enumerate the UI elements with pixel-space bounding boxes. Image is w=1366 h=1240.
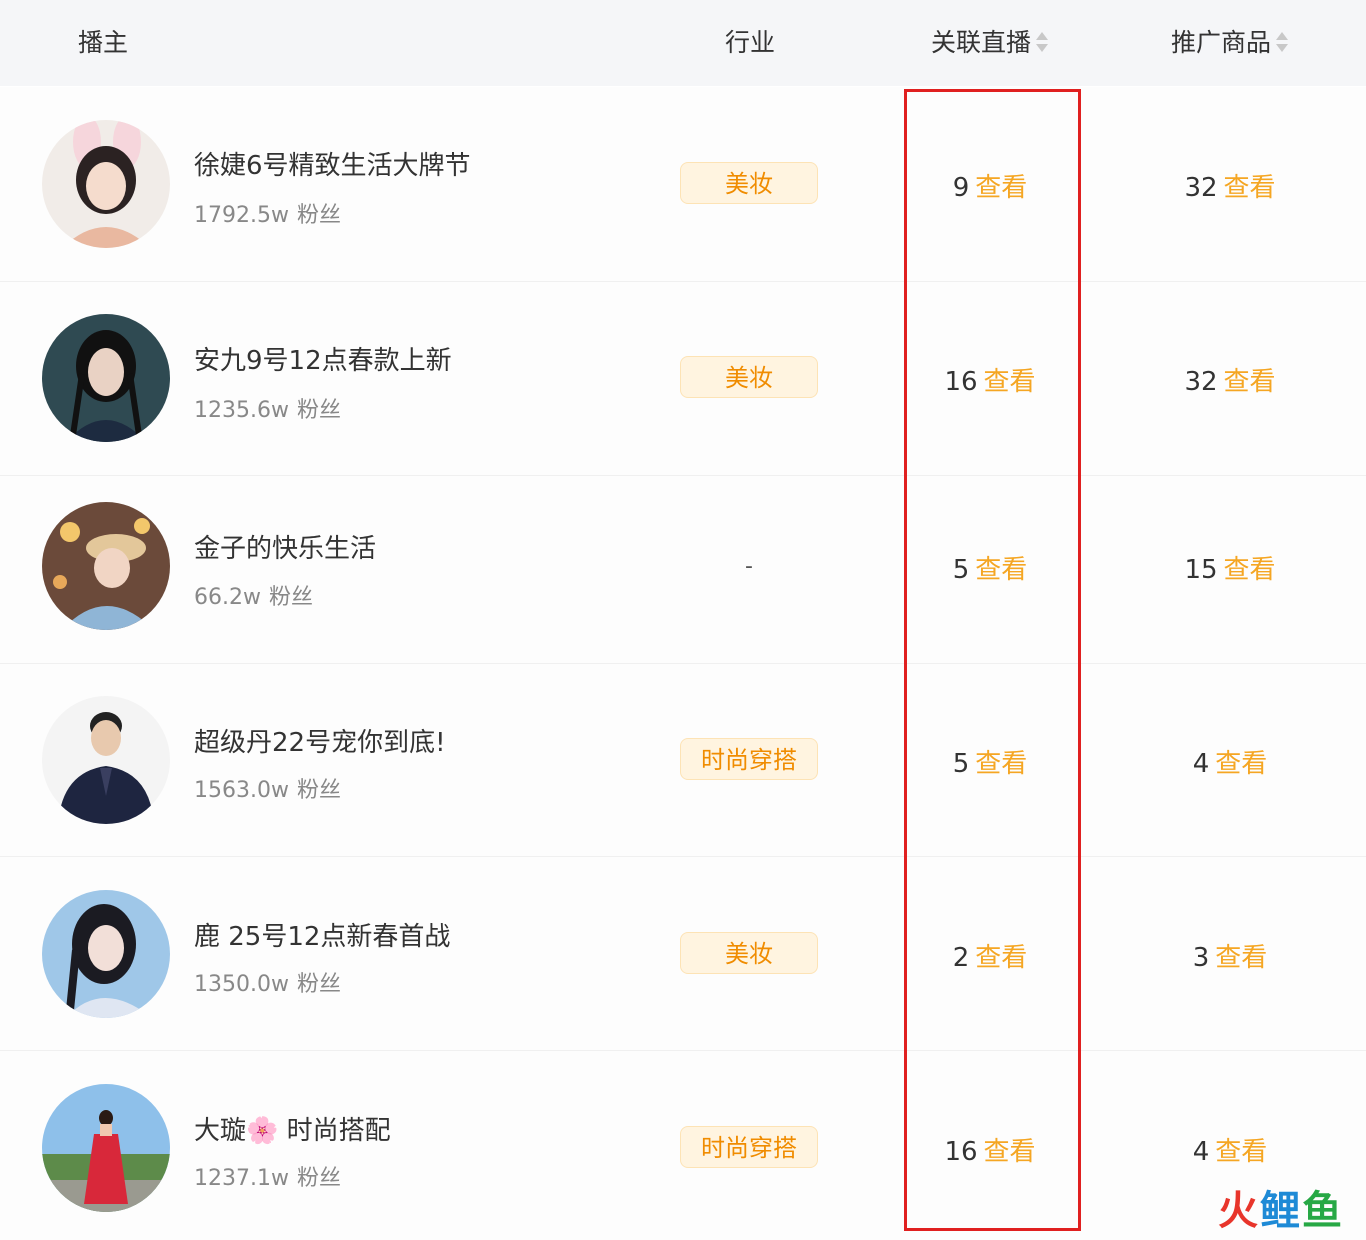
- view-goods-link[interactable]: 查看: [1215, 1137, 1267, 1167]
- related-live-cell: 5 查看: [890, 549, 1090, 586]
- promoted-goods-cell: 4 查看: [1130, 743, 1330, 780]
- table-row: 安九9号12点春款上新 1235.6w 粉丝 美妆 16 查看 32 查看: [0, 282, 1366, 476]
- fans-count: 1563.0w 粉丝: [194, 778, 341, 803]
- table-header: 播主 行业 关联直播 推广商品: [0, 0, 1366, 86]
- related-live-cell: 16 查看: [890, 1131, 1090, 1168]
- view-goods-link[interactable]: 查看: [1224, 367, 1276, 397]
- related-live-cell: 9 查看: [890, 167, 1090, 204]
- view-goods-link[interactable]: 查看: [1224, 173, 1276, 203]
- column-header-promoted-goods-label: 推广商品: [1170, 28, 1271, 57]
- promoted-goods-count: 32: [1184, 173, 1218, 203]
- related-live-cell: 2 查看: [890, 937, 1090, 974]
- related-live-count: 16: [944, 1137, 978, 1167]
- promoted-goods-cell: 3 查看: [1130, 937, 1330, 974]
- related-live-cell: 16 查看: [890, 361, 1090, 398]
- fans-count: 1235.6w 粉丝: [194, 398, 341, 423]
- column-header-anchor: 播主: [78, 28, 129, 57]
- view-live-link[interactable]: 查看: [984, 367, 1036, 397]
- sort-icon[interactable]: [1035, 29, 1049, 55]
- related-live-cell: 5 查看: [890, 743, 1090, 780]
- table-row: 大璇🌸 时尚搭配 1237.1w 粉丝 时尚穿搭 16 查看 4 查看: [0, 1051, 1366, 1240]
- related-live-count: 16: [944, 367, 978, 397]
- industry-tag: 美妆: [680, 356, 818, 398]
- table-row: 鹿 25号12点新春首战 1350.0w 粉丝 美妆 2 查看 3 查看: [0, 857, 1366, 1051]
- watermark-logo: 火鲤鱼: [1218, 1188, 1344, 1234]
- anchor-name[interactable]: 大璇🌸 时尚搭配: [194, 1110, 391, 1147]
- fans-count: 1350.0w 粉丝: [194, 972, 341, 997]
- promoted-goods-count: 32: [1184, 367, 1218, 397]
- fans-count: 1792.5w 粉丝: [194, 203, 341, 228]
- avatar[interactable]: [42, 890, 170, 1018]
- anchor-name[interactable]: 徐婕6号精致生活大牌节: [194, 145, 471, 182]
- promoted-goods-cell: 15 查看: [1130, 549, 1330, 586]
- avatar[interactable]: [42, 696, 170, 824]
- column-header-related-live[interactable]: 关联直播: [890, 0, 1090, 86]
- anchor-name[interactable]: 鹿 25号12点新春首战: [194, 916, 450, 953]
- industry-tag: 美妆: [680, 162, 818, 204]
- view-live-link[interactable]: 查看: [975, 749, 1027, 779]
- column-header-promoted-goods[interactable]: 推广商品: [1130, 0, 1330, 86]
- promoted-goods-count: 3: [1192, 943, 1210, 973]
- related-live-count: 5: [952, 749, 970, 779]
- sort-icon[interactable]: [1275, 29, 1289, 55]
- view-live-link[interactable]: 查看: [975, 943, 1027, 973]
- industry-empty: -: [745, 554, 753, 579]
- avatar[interactable]: [42, 314, 170, 442]
- promoted-goods-count: 4: [1192, 749, 1210, 779]
- table-row: 金子的快乐生活 66.2w 粉丝 - 5 查看 15 查看: [0, 476, 1366, 664]
- related-live-count: 2: [952, 943, 970, 973]
- related-live-count: 5: [952, 555, 970, 585]
- promoted-goods-cell: 4 查看: [1130, 1131, 1330, 1168]
- view-goods-link[interactable]: 查看: [1215, 749, 1267, 779]
- anchor-name[interactable]: 金子的快乐生活: [194, 528, 376, 565]
- column-header-industry: 行业: [724, 28, 775, 57]
- view-live-link[interactable]: 查看: [984, 1137, 1036, 1167]
- fans-count: 1237.1w 粉丝: [194, 1166, 341, 1191]
- avatar[interactable]: [42, 1084, 170, 1212]
- promoted-goods-count: 15: [1184, 555, 1218, 585]
- view-goods-link[interactable]: 查看: [1224, 555, 1276, 585]
- promoted-goods-count: 4: [1192, 1137, 1210, 1167]
- fans-count: 66.2w 粉丝: [194, 585, 313, 610]
- view-live-link[interactable]: 查看: [975, 555, 1027, 585]
- avatar[interactable]: [42, 120, 170, 248]
- anchor-name[interactable]: 超级丹22号宠你到底!: [194, 722, 446, 759]
- industry-tag: 美妆: [680, 932, 818, 974]
- promoted-goods-cell: 32 查看: [1130, 167, 1330, 204]
- industry-tag: 时尚穿搭: [680, 1126, 818, 1168]
- column-header-related-live-label: 关联直播: [930, 28, 1031, 57]
- anchor-name[interactable]: 安九9号12点春款上新: [194, 340, 452, 377]
- industry-tag: 时尚穿搭: [680, 738, 818, 780]
- promoted-goods-cell: 32 查看: [1130, 361, 1330, 398]
- view-live-link[interactable]: 查看: [975, 173, 1027, 203]
- related-live-count: 9: [952, 173, 970, 203]
- table-row: 徐婕6号精致生活大牌节 1792.5w 粉丝 美妆 9 查看 32 查看: [0, 87, 1366, 282]
- avatar[interactable]: [42, 502, 170, 630]
- view-goods-link[interactable]: 查看: [1215, 943, 1267, 973]
- table-row: 超级丹22号宠你到底! 1563.0w 粉丝 时尚穿搭 5 查看 4 查看: [0, 664, 1366, 857]
